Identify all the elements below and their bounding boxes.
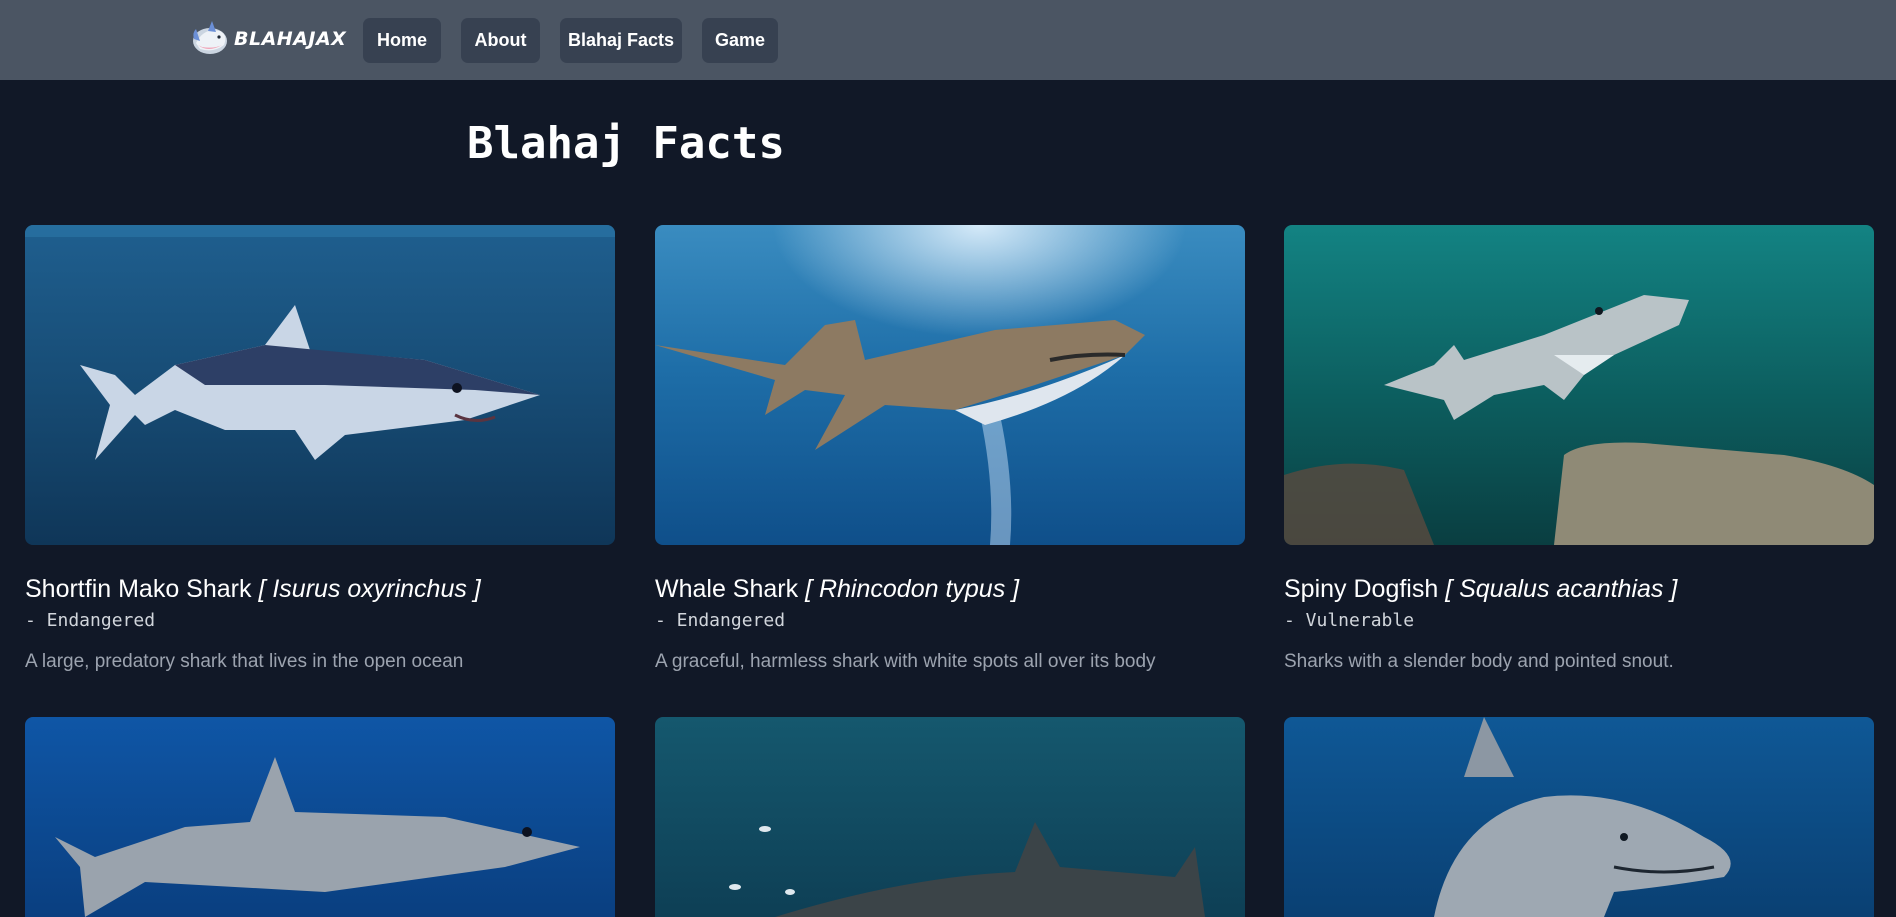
shark-scientific-name: [ Squalus acanthias ] xyxy=(1445,575,1678,603)
conservation-status: - Endangered xyxy=(25,610,156,631)
card-whale-shark[interactable]: Whale Shark [ Rhincodon typus ] - Endang… xyxy=(655,225,1245,673)
card-spiny-dogfish[interactable]: Spiny Dogfish [ Squalus acanthias ] - Vu… xyxy=(1284,225,1874,673)
nav-home-button[interactable]: Home xyxy=(363,18,441,63)
bull-shark-photo-icon[interactable] xyxy=(1284,717,1874,917)
tiger-shark-photo-icon[interactable] xyxy=(655,717,1245,917)
dogfish-photo-icon xyxy=(1284,225,1874,545)
page-title: Blahaj Facts xyxy=(467,118,785,169)
shark-scientific-name: [ Rhincodon typus ] xyxy=(805,575,1020,603)
shark-description: A large, predatory shark that lives in t… xyxy=(25,651,464,672)
whale-shark-photo-icon xyxy=(655,225,1245,545)
brand-name: BLAHAJAX xyxy=(234,28,347,50)
mako-shark-photo-icon xyxy=(25,225,615,545)
conservation-status: - Vulnerable xyxy=(1284,610,1415,631)
navbar: BLAHAJAX Home About Blahaj Facts Game xyxy=(0,0,1896,80)
card-title: Whale Shark [ Rhincodon typus ] xyxy=(655,575,1245,604)
shark-scientific-name: [ Isurus oxyrinchus ] xyxy=(258,575,481,603)
card-title: Spiny Dogfish [ Squalus acanthias ] xyxy=(1284,575,1874,604)
shark-description: Sharks with a slender body and pointed s… xyxy=(1284,651,1674,672)
blahaj-logo-icon xyxy=(193,21,227,54)
conservation-status: - Endangered xyxy=(655,610,786,631)
nav-game-button[interactable]: Game xyxy=(702,18,778,63)
shark-common-name: Spiny Dogfish xyxy=(1284,575,1439,603)
shark-common-name: Whale Shark xyxy=(655,575,799,603)
shark-common-name: Shortfin Mako Shark xyxy=(25,575,252,603)
shark-description: A graceful, harmless shark with white sp… xyxy=(655,651,1156,672)
great-white-shark-photo-icon[interactable] xyxy=(25,717,615,917)
nav-about-button[interactable]: About xyxy=(461,18,540,63)
card-title: Shortfin Mako Shark [ Isurus oxyrinchus … xyxy=(25,575,615,604)
brand-logo[interactable]: BLAHAJAX xyxy=(190,18,346,60)
card-shortfin-mako[interactable]: Shortfin Mako Shark [ Isurus oxyrinchus … xyxy=(25,225,615,673)
nav-blahaj-facts-button[interactable]: Blahaj Facts xyxy=(560,18,682,63)
